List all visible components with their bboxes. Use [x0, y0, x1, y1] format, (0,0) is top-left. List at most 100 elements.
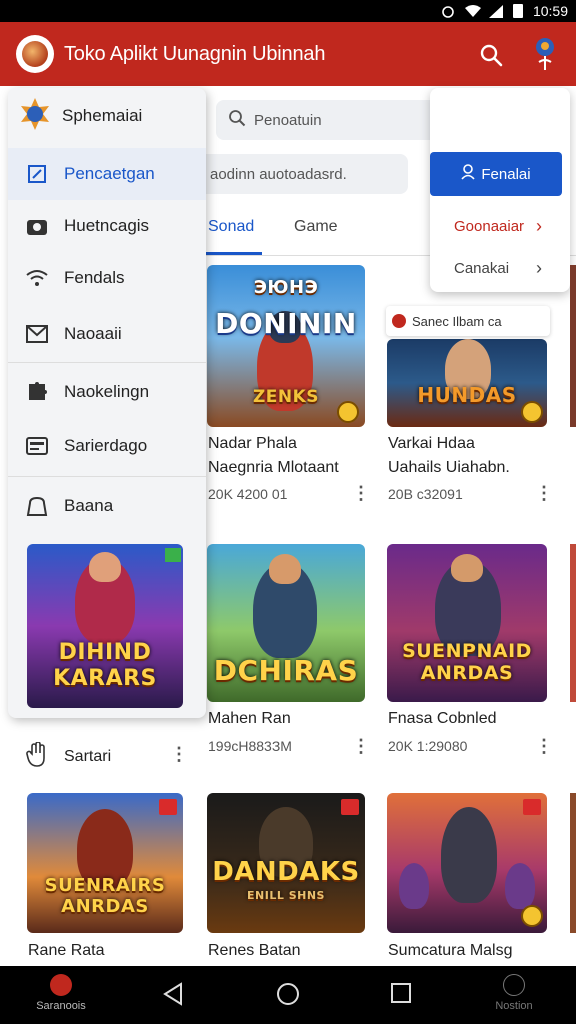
game-art-title: DCHIRAS [213, 654, 359, 687]
secondary-search-text: aodinn auotoadasrd. [210, 165, 347, 183]
game-thumbnail[interactable]: DCHIRAS [207, 544, 365, 702]
partial-thumbnail [570, 265, 576, 427]
nav-right-label: Nostion [495, 1000, 533, 1012]
game-title: Fnasa Cobnled [388, 710, 497, 727]
tab-sonad[interactable]: Sonad [208, 218, 254, 236]
nav-store-tab[interactable]: Saranoois [28, 974, 94, 1012]
app-dot-icon [392, 314, 406, 328]
drawer-item-naokelingn[interactable]: Naokelingn [8, 366, 206, 418]
game-title: Sumcatura Malsg [388, 942, 513, 959]
chip-label: Sanec Ilbam ca [412, 313, 502, 329]
apps-icon [24, 161, 50, 187]
navigation-drawer: Sphemaiai Pencaetgan Huetncagis Fendals … [8, 88, 206, 718]
game-thumbnail[interactable]: ЭЮНЭ DONININ ZENKS [207, 265, 365, 427]
drawer-item-label: Fendals [64, 268, 125, 287]
chevron-right-icon: › [536, 258, 542, 278]
game-art-title: SUENRAIRS ANRDAS [44, 875, 166, 917]
game-art-title: HUNDAS [417, 383, 517, 407]
popup-button-label: Fenalai [481, 165, 531, 183]
alarm-icon [441, 5, 455, 18]
game-thumbnail[interactable] [387, 793, 547, 933]
game-title: Rane Rata [28, 942, 105, 959]
game-thumbnail[interactable]: DANDAKS ENILL SHNS [207, 793, 365, 933]
search-field-icon [228, 109, 246, 131]
user-icon [461, 164, 475, 184]
drawer-item-baana[interactable]: Baana [8, 480, 206, 532]
drawer-title: Sphemaiai [62, 106, 143, 125]
store-icon [50, 974, 72, 996]
drawer-item-huetncagis[interactable]: Huetncagis [8, 200, 206, 252]
tab-game[interactable]: Game [294, 218, 338, 236]
drawer-item-sarierdago[interactable]: Sarierdago [8, 420, 206, 472]
wifi-status-icon [464, 5, 481, 17]
game-title: Mahen Ran [208, 710, 291, 727]
drawer-divider [8, 362, 206, 363]
mail-icon [24, 321, 50, 347]
promo-title: DIHIND KARARS [53, 640, 157, 691]
drawer-header: Sphemaiai [18, 96, 198, 136]
clock: 10:59 [532, 3, 568, 19]
secondary-search-field[interactable]: aodinn auotoadasrd. [196, 154, 408, 194]
drawer-item-pencaetgan[interactable]: Pencaetgan [8, 148, 206, 200]
game-meta: 199cH883ЗM [208, 738, 292, 754]
drawer-item-fendals[interactable]: Fendals [8, 252, 206, 304]
context-chip[interactable]: Sanec Ilbam ca [386, 306, 550, 336]
game-thumbnail[interactable]: SUENRAIRS ANRDAS [27, 793, 183, 933]
back-icon[interactable] [162, 982, 184, 1011]
notification-icon [503, 974, 525, 996]
list-item-label[interactable]: Sartari [64, 745, 111, 769]
hand-icon [26, 741, 48, 773]
flag-icon [523, 799, 541, 815]
drawer-divider [8, 476, 206, 477]
search-icon[interactable] [478, 42, 504, 68]
game-art-title: DANDAKS [212, 857, 360, 887]
more-vert-icon[interactable]: ⋮ [535, 483, 553, 504]
rating-badge-icon [337, 401, 359, 423]
popup-menu: Fenalai Goonaaiar › Canakai › [430, 88, 570, 292]
flag-icon [159, 799, 177, 815]
drawer-item-label: Naoaaii [64, 324, 122, 343]
game-title: Varkai Hdaa Uahails Uiahabn. [388, 435, 510, 476]
popup-item-canakai[interactable]: Canakai [454, 260, 509, 277]
popup-item-goonaaiar[interactable]: Goonaaiar [454, 218, 524, 235]
more-vert-icon[interactable]: ⋮ [535, 736, 553, 757]
home-icon[interactable] [276, 982, 300, 1011]
game-title: Nadar Phala Naegnria Mlotaant [208, 435, 339, 476]
account-icon[interactable] [530, 36, 560, 72]
game-art-top: ЭЮНЭ [253, 277, 319, 298]
flag-icon [165, 548, 181, 562]
game-meta: 20K 4200 01 [208, 486, 288, 502]
more-vert-icon[interactable]: ⋮ [170, 744, 188, 765]
nav-notification-tab[interactable]: Nostion [486, 974, 542, 1012]
app-logo-icon[interactable] [16, 35, 54, 73]
game-thumbnail[interactable]: HUNDAS [387, 339, 547, 427]
drawer-item-label: Baana [64, 496, 114, 515]
bag-icon [24, 493, 50, 519]
recents-icon[interactable] [390, 982, 412, 1009]
game-art-title: SUENPNAID ANRDAS [402, 640, 532, 684]
drawer-item-label: Pencaetgan [64, 164, 155, 183]
more-vert-icon[interactable]: ⋮ [352, 483, 370, 504]
drawer-promo-banner[interactable]: DIHIND KARARS [27, 544, 183, 708]
rating-badge-icon [521, 401, 543, 423]
camera-icon [24, 213, 50, 239]
partial-thumbnail [570, 544, 576, 702]
drawer-item-naoaaii[interactable]: Naoaaii [8, 308, 206, 360]
game-thumbnail[interactable]: SUENPNAID ANRDAS [387, 544, 547, 702]
popup-primary-button[interactable]: Fenalai [430, 152, 562, 196]
drawer-item-label: Huetncagis [64, 216, 150, 235]
badge-icon [18, 97, 52, 136]
rating-badge-icon [521, 905, 543, 927]
app-bar: Toko Aplikt Uunagnin Ubinnah [0, 22, 576, 86]
drawer-item-label: Sarierdago [64, 436, 148, 455]
puzzle-icon [24, 379, 50, 405]
drawer-item-label: Naokelingn [64, 382, 150, 401]
status-bar: 10:59 [0, 0, 576, 22]
game-art-title: DONININ [215, 307, 357, 340]
more-vert-icon[interactable]: ⋮ [352, 736, 370, 757]
system-nav-bar: Saranoois Nostion [0, 966, 576, 1024]
signal-icon [488, 4, 503, 18]
wifi-icon [24, 265, 50, 291]
game-meta: 20B c32091 [388, 486, 463, 502]
card-icon [24, 433, 50, 459]
